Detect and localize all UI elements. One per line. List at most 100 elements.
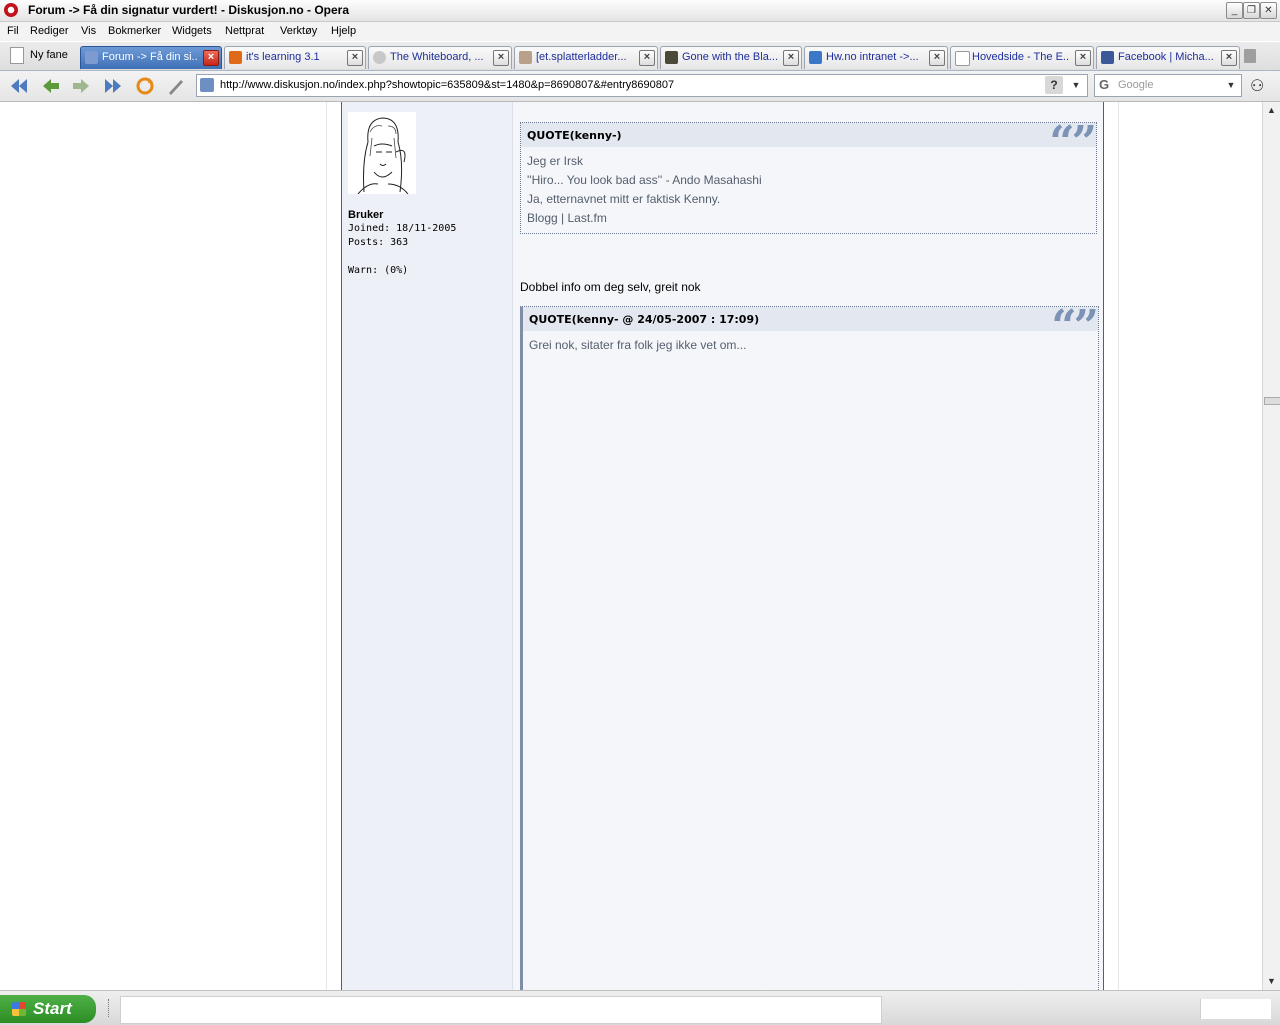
image-icon xyxy=(665,51,678,64)
edit-icon[interactable] xyxy=(165,75,187,97)
tab-label: The Whiteboard, ... xyxy=(390,51,484,63)
tab-whiteboard[interactable]: The Whiteboard, ... × xyxy=(368,46,512,69)
close-tab-icon[interactable]: × xyxy=(203,50,219,66)
quote-title: QUOTE(kenny- @ 24/05-2007 : 17:09) xyxy=(529,313,760,326)
tab-facebook[interactable]: Facebook | Micha... × xyxy=(1096,46,1240,69)
avatar xyxy=(348,112,416,195)
scroll-down-icon[interactable]: ▼ xyxy=(1265,975,1278,988)
quote-header: QUOTE(kenny-) “” xyxy=(521,121,1097,165)
forward-icon[interactable] xyxy=(70,75,92,97)
opera-logo-icon xyxy=(4,3,18,17)
post-text: Dobbel info om deg selv, greit nok xyxy=(520,280,701,294)
address-bar[interactable]: http://www.diskusjon.no/index.php?showto… xyxy=(196,74,1088,97)
title-bar: Forum -> Få din signatur vurdert! - Disk… xyxy=(0,0,1280,22)
hw-icon xyxy=(809,51,822,64)
menu-vis[interactable]: Vis xyxy=(81,25,96,37)
scroll-thumb[interactable] xyxy=(1264,397,1280,405)
menu-fil[interactable]: Fil xyxy=(7,25,19,37)
page-viewport: Bruker Joined: 18/11-2005 Posts: 363 War… xyxy=(0,102,1262,990)
quote-line: Jeg er Irsk xyxy=(527,154,584,168)
itslearning-icon xyxy=(229,51,242,64)
new-page-icon xyxy=(10,47,24,64)
taskbar: Start xyxy=(0,990,1280,1025)
vertical-scrollbar[interactable]: ▲ ▼ xyxy=(1262,102,1280,990)
tab-label: Hovedside - The E... xyxy=(972,51,1070,63)
reply-quote: QUOTE(kenny- @ 24/05-2007 : 17:09) “” Gr… xyxy=(520,305,1099,990)
close-tab-icon[interactable]: × xyxy=(347,50,363,66)
left-margin xyxy=(4,102,327,990)
start-button[interactable]: Start xyxy=(0,995,96,1023)
navigation-toolbar: http://www.diskusjon.no/index.php?showto… xyxy=(0,71,1280,102)
tab-itslearning[interactable]: it's learning 3.1 × xyxy=(224,46,366,69)
search-placeholder[interactable]: Google xyxy=(1118,79,1153,91)
right-margin xyxy=(1118,102,1262,990)
quote-mark-icon: “” xyxy=(1049,117,1097,168)
address-dropdown-icon[interactable]: ▼ xyxy=(1068,76,1084,94)
page-icon xyxy=(955,51,970,66)
close-tab-icon[interactable]: × xyxy=(929,50,945,66)
close-tab-icon[interactable]: × xyxy=(493,50,509,66)
quote-links[interactable]: Blogg | Last.fm xyxy=(527,211,607,225)
menu-rediger[interactable]: Rediger xyxy=(30,25,69,37)
user-panel: Bruker Joined: 18/11-2005 Posts: 363 War… xyxy=(342,102,513,990)
restore-button[interactable]: ❐ xyxy=(1243,2,1260,19)
tab-label: Facebook | Micha... xyxy=(1118,51,1214,63)
tab-forum[interactable]: Forum -> Få din si... × xyxy=(80,46,222,69)
diskusjon-icon xyxy=(85,51,98,64)
help-icon[interactable]: ? xyxy=(1045,76,1063,94)
tab-label: Forum -> Få din si... xyxy=(102,51,198,63)
quote-line: Grei nok, sitater fra folk jeg ikke vet … xyxy=(529,338,747,352)
minimize-button[interactable]: _ xyxy=(1226,2,1243,19)
close-tab-icon[interactable]: × xyxy=(639,50,655,66)
user-joined: Joined: 18/11-2005 xyxy=(348,223,457,234)
menu-bar: Fil Rediger Vis Bokmerker Widgets Nettpr… xyxy=(0,22,1280,41)
address-url[interactable]: http://www.diskusjon.no/index.php?showto… xyxy=(220,79,674,91)
reload-icon[interactable] xyxy=(134,75,156,97)
tab-bar: Ny fane Forum -> Få din si... × it's lea… xyxy=(0,42,1280,71)
tab-hw-intranet[interactable]: Hw.no intranet ->... × xyxy=(804,46,948,69)
fast-forward-icon[interactable] xyxy=(102,75,124,97)
menu-hjelp[interactable]: Hjelp xyxy=(331,25,356,37)
quote-header: QUOTE(kenny- @ 24/05-2007 : 17:09) “” xyxy=(523,305,1099,349)
quote-mark-icon: “” xyxy=(1051,301,1099,352)
tab-label: [et.splatterladder... xyxy=(536,51,627,63)
menu-widgets[interactable]: Widgets xyxy=(172,25,212,37)
menu-verktoy[interactable]: Verktøy xyxy=(280,25,317,37)
windows-logo-icon xyxy=(12,1002,26,1016)
tab-hovedside[interactable]: Hovedside - The E... × xyxy=(950,46,1094,69)
back-icon[interactable] xyxy=(40,75,62,97)
trash-icon[interactable] xyxy=(1244,49,1256,63)
system-tray xyxy=(1200,999,1271,1019)
whiteboard-icon xyxy=(373,51,386,64)
tab-label: Hw.no intranet ->... xyxy=(826,51,919,63)
quote-line: Ja, etternavnet mitt er faktisk Kenny. xyxy=(527,192,721,206)
google-icon: G xyxy=(1099,77,1110,92)
taskbar-grip[interactable] xyxy=(108,999,113,1017)
menu-nettprat[interactable]: Nettprat xyxy=(225,25,264,37)
zoom-icon[interactable]: ⚇ xyxy=(1250,76,1264,96)
search-box[interactable]: G Google ▼ xyxy=(1094,74,1242,97)
quote-title: QUOTE(kenny-) xyxy=(527,129,622,142)
menu-bokmerker[interactable]: Bokmerker xyxy=(108,25,161,37)
tab-label: it's learning 3.1 xyxy=(246,51,320,63)
forum-post: Bruker Joined: 18/11-2005 Posts: 363 War… xyxy=(341,102,1104,990)
close-tab-icon[interactable]: × xyxy=(1221,50,1237,66)
tab-label: Gone with the Bla... xyxy=(682,51,778,63)
close-tab-icon[interactable]: × xyxy=(783,50,799,66)
search-dropdown-icon[interactable]: ▼ xyxy=(1224,76,1238,94)
tab-gone-with[interactable]: Gone with the Bla... × xyxy=(660,46,802,69)
scroll-up-icon[interactable]: ▲ xyxy=(1265,104,1278,117)
new-tab-label: Ny fane xyxy=(30,49,68,61)
facebook-icon xyxy=(1101,51,1114,64)
quote-line: ''Hiro... You look bad ass'' - Ando Masa… xyxy=(527,173,762,187)
site-icon xyxy=(200,78,214,92)
window-title: Forum -> Få din signatur vurdert! - Disk… xyxy=(28,3,350,17)
user-group: Bruker xyxy=(348,209,384,221)
close-window-button[interactable]: ✕ xyxy=(1260,2,1277,19)
close-tab-icon[interactable]: × xyxy=(1075,50,1091,66)
taskbar-buttons-area[interactable] xyxy=(120,996,882,1024)
tab-splatterladder[interactable]: [et.splatterladder... × xyxy=(514,46,658,69)
rewind-icon[interactable] xyxy=(8,75,30,97)
start-label: Start xyxy=(33,999,72,1018)
splatterladder-icon xyxy=(519,51,532,64)
